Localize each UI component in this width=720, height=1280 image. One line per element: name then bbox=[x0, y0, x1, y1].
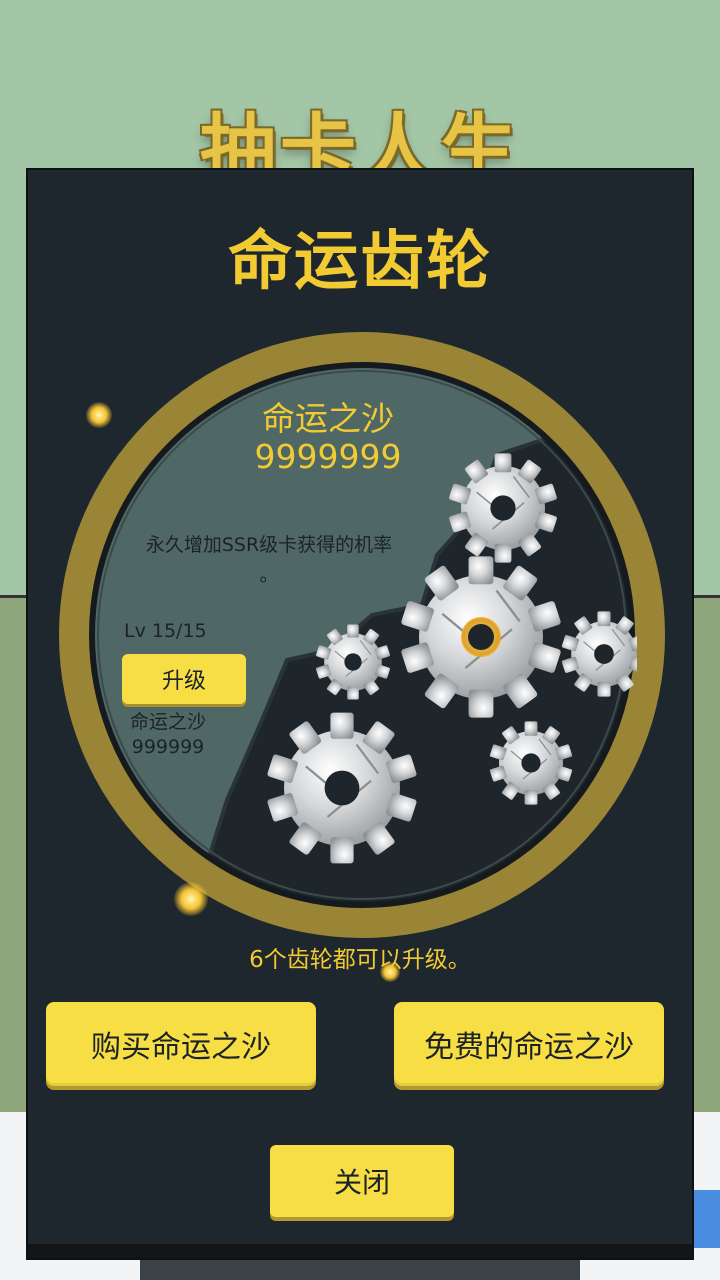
upgrade-cost: 命运之沙 999999 bbox=[108, 710, 228, 760]
gear-description: 永久增加SSR级卡获得的机率 。 bbox=[124, 530, 414, 590]
upgrade-note: 6个齿轮都可以升级。 bbox=[249, 947, 471, 973]
upgrade-button[interactable]: 升级 bbox=[122, 654, 246, 704]
currency-name: 命运之沙 bbox=[262, 399, 394, 438]
cost-amount: 999999 bbox=[131, 736, 205, 758]
gear-level: Lv 15/15 bbox=[124, 620, 207, 642]
description-line: 。 bbox=[259, 564, 279, 586]
modal-title: 命运齿轮 bbox=[228, 225, 492, 299]
close-button[interactable]: 关闭 bbox=[270, 1145, 454, 1217]
currency-amount: 9999999 bbox=[254, 437, 402, 476]
fate-gear-modal: 命运齿轮 命运之沙 9999999 永久增加SSR级卡获得的机率 。 Lv 15… bbox=[26, 168, 694, 1260]
description-line: 永久增加SSR级卡获得的机率 bbox=[145, 534, 393, 556]
gear-info-title: 命运之沙 9999999 bbox=[198, 400, 458, 476]
buy-sand-button[interactable]: 购买命运之沙 bbox=[46, 1002, 316, 1086]
free-sand-button[interactable]: 免费的命运之沙 bbox=[394, 1002, 664, 1086]
cost-name: 命运之沙 bbox=[129, 711, 206, 733]
modal-footer bbox=[28, 1244, 692, 1258]
